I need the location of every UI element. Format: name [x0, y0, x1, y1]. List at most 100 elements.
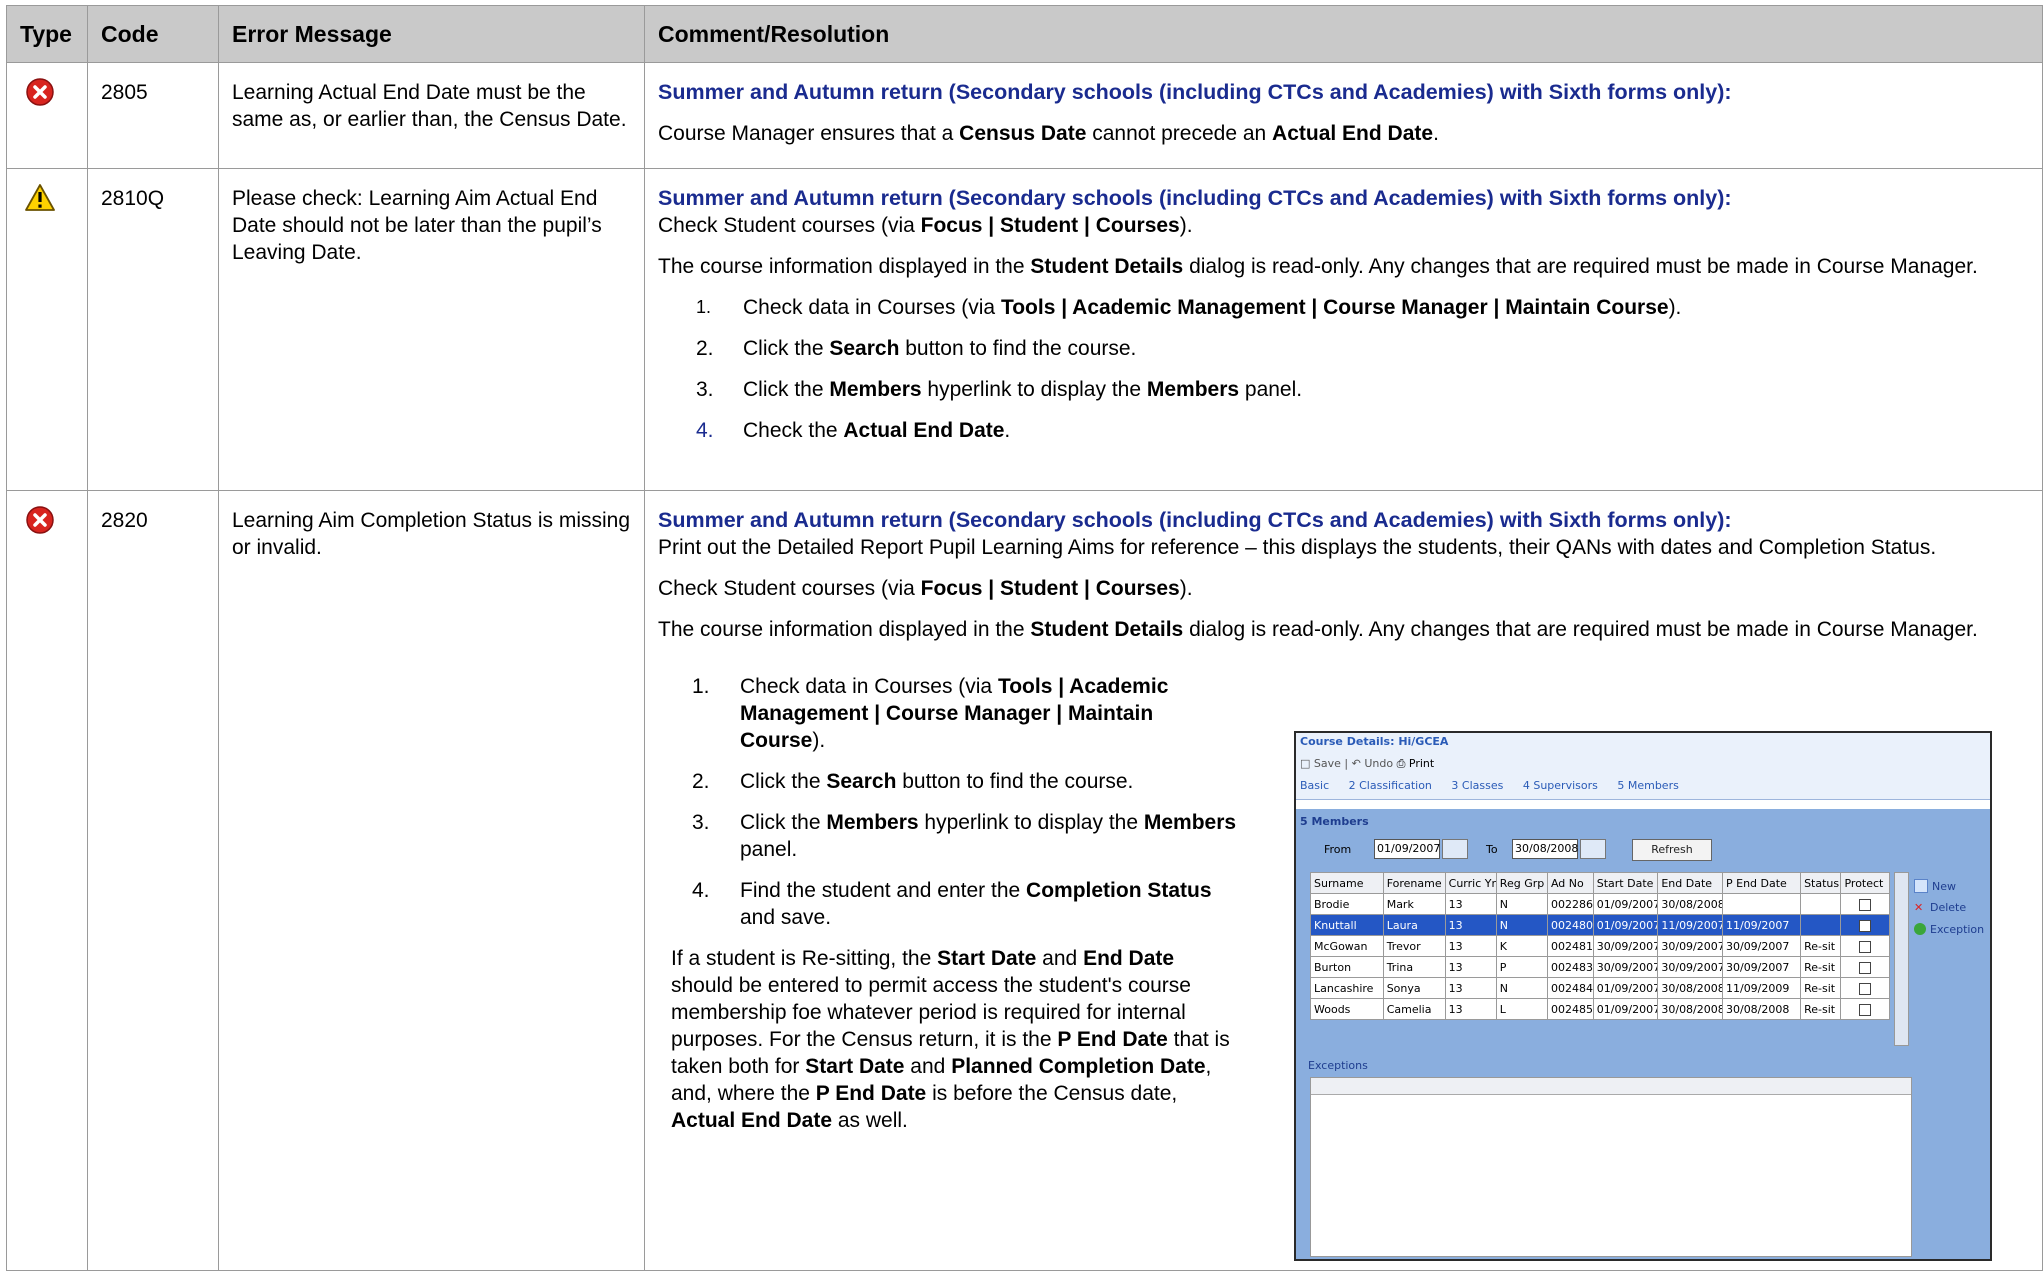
- grid-column-header[interactable]: Reg Grp: [1495, 872, 1548, 894]
- resolution-text: Course Manager ensures that a Census Dat…: [658, 122, 1439, 145]
- warning-icon: [25, 184, 55, 211]
- grid-cell: 30/08/2008: [1657, 893, 1723, 915]
- comment-cell: Summer and Autumn return (Secondary scho…: [644, 168, 2043, 491]
- protect-checkbox[interactable]: [1859, 1003, 1872, 1016]
- side-actions: New ✕ Delete Exception: [1914, 875, 1988, 940]
- grid-cell: 30/08/2008: [1657, 998, 1723, 1020]
- table-row[interactable]: Woods Camelia 13 L 002485 01/09/2007 30/08/200…: [1310, 998, 1890, 1020]
- save-button[interactable]: □ Save: [1300, 757, 1341, 770]
- protect-checkbox[interactable]: [1859, 898, 1872, 911]
- delete-icon: ✕: [1914, 900, 1924, 914]
- grid-cell: [1840, 956, 1890, 978]
- calendar-icon[interactable]: [1580, 839, 1606, 859]
- grid-cell: 002480: [1546, 914, 1594, 936]
- grid-cell: Mark: [1382, 893, 1446, 915]
- grid-cell: 13: [1444, 977, 1497, 999]
- list-item: 1. Check data in Courses (via Tools | Aca…: [696, 296, 1682, 319]
- grid-column-header[interactable]: Protect: [1840, 872, 1890, 894]
- grid-cell: 002484: [1546, 977, 1594, 999]
- members-panel-title: 5 Members: [1300, 815, 1369, 828]
- header-comment: Comment/Resolution: [644, 5, 2043, 63]
- error-message-cell: Learning Aim Completion Status is missin…: [218, 490, 645, 1271]
- type-cell: [6, 490, 88, 1271]
- grid-cell: 002286: [1546, 893, 1594, 915]
- toolbar: □ Save | ↶ Undo ⎙ Print: [1296, 755, 1990, 777]
- grid-cell: K: [1495, 935, 1548, 957]
- tab-basic[interactable]: Basic: [1300, 779, 1329, 792]
- code-cell: 2810Q: [87, 168, 219, 491]
- grid-cell: 01/09/2007: [1592, 998, 1659, 1020]
- protect-checkbox[interactable]: [1859, 919, 1872, 932]
- grid-column-header[interactable]: Start Date: [1592, 872, 1659, 894]
- error-icon: [26, 78, 54, 106]
- grid-cell: 11/09/2007: [1721, 914, 1802, 936]
- protect-checkbox[interactable]: [1859, 940, 1872, 953]
- tab-members[interactable]: 5 Members: [1617, 779, 1678, 792]
- grid-cell: 002485: [1546, 998, 1594, 1020]
- grid-cell: 30/08/2008: [1721, 998, 1802, 1020]
- tab-supervisors[interactable]: 4 Supervisors: [1523, 779, 1598, 792]
- grid-cell: N: [1495, 914, 1548, 936]
- table-row[interactable]: Brodie Mark 13 N 002286 01/09/2007 30/08/2008: [1310, 893, 1890, 915]
- members-grid: Surname Forename Curric Yr Reg Grp Ad No Star…: [1310, 872, 1890, 1020]
- tab-classes[interactable]: 3 Classes: [1451, 779, 1503, 792]
- grid-cell: L: [1495, 998, 1548, 1020]
- scrollbar[interactable]: [1894, 872, 1909, 1046]
- protect-checkbox[interactable]: [1859, 982, 1872, 995]
- grid-cell: 13: [1444, 893, 1497, 915]
- to-date-input[interactable]: 30/08/2008: [1512, 839, 1578, 859]
- table-row[interactable]: Burton Trina 13 P 002483 30/09/2007 30/09/2007…: [1310, 956, 1890, 978]
- grid-cell: 13: [1444, 914, 1497, 936]
- grid-cell: [1840, 935, 1890, 957]
- grid-cell: McGowan: [1310, 935, 1384, 957]
- grid-cell: [1840, 977, 1890, 999]
- resit-text: If a student is Re-sitting, the Start Da…: [671, 947, 1230, 1132]
- grid-cell: Camelia: [1382, 998, 1446, 1020]
- grid-column-header[interactable]: P End Date: [1721, 872, 1802, 894]
- table-row: 2805 Learning Actual End Date must be th…: [6, 62, 2043, 169]
- delete-action[interactable]: ✕ Delete: [1914, 897, 1988, 919]
- grid-cell: [1840, 998, 1890, 1020]
- header-type: Type: [6, 5, 88, 63]
- new-icon: [1914, 879, 1928, 893]
- return-heading: Summer and Autumn return (Secondary scho…: [658, 80, 1732, 104]
- grid-cell: Re-sit: [1800, 935, 1842, 957]
- grid-cell: Sonya: [1382, 977, 1446, 999]
- table-row[interactable]: Lancashire Sonya 13 N 002484 01/09/2007 30/08/…: [1310, 977, 1890, 999]
- refresh-button[interactable]: Refresh: [1632, 839, 1712, 861]
- undo-button[interactable]: ↶ Undo: [1352, 757, 1393, 770]
- list-item: 1. Check data in Courses (via Tools | Aca…: [692, 675, 1169, 752]
- grid-cell: 30/09/2007: [1657, 956, 1723, 978]
- grid-cell: Re-sit: [1800, 998, 1842, 1020]
- to-label: To: [1486, 843, 1498, 856]
- comment-cell: Summer and Autumn return (Secondary scho…: [644, 62, 2043, 169]
- steps-list: 1. Check data in Courses (via Tools | Aca…: [658, 673, 1238, 931]
- from-date-input[interactable]: 01/09/2007: [1374, 839, 1440, 859]
- grid-cell: 002481: [1546, 935, 1594, 957]
- grid-column-header[interactable]: End Date: [1657, 872, 1723, 894]
- grid-cell: 11/09/2009: [1721, 977, 1802, 999]
- print-button[interactable]: ⎙ Print: [1397, 757, 1435, 770]
- course-details-screenshot: Course Details: Hi/GCEA □ Save | ↶ Undo …: [1294, 731, 1992, 1261]
- members-panel: 5 Members From 01/09/2007 To 30/08/2008 …: [1296, 809, 1990, 1259]
- protect-checkbox[interactable]: [1859, 961, 1872, 974]
- grid-column-header[interactable]: Status: [1800, 872, 1842, 894]
- exception-action[interactable]: Exception: [1914, 918, 1988, 940]
- grid-cell: Laura: [1382, 914, 1446, 936]
- grid-column-header[interactable]: Forename: [1382, 872, 1446, 894]
- grid-column-header[interactable]: Ad No: [1546, 872, 1594, 894]
- print-report-text: Print out the Detailed Report Pupil Lear…: [658, 536, 1937, 559]
- tab-classification[interactable]: 2 Classification: [1349, 779, 1432, 792]
- grid-column-header[interactable]: Curric Yr: [1444, 872, 1497, 894]
- grid-cell: P: [1495, 956, 1548, 978]
- grid-cell: 30/09/2007: [1721, 956, 1802, 978]
- table-row[interactable]: Knuttall Laura 13 N 002480 01/09/2007 11/09/20…: [1310, 914, 1890, 936]
- check-courses-text: Check Student courses (via Focus | Stude…: [658, 214, 1193, 237]
- calendar-icon[interactable]: [1442, 839, 1468, 859]
- header-row: Type Code Error Message Comment/Resoluti…: [6, 5, 2043, 63]
- grid-column-header[interactable]: Surname: [1310, 872, 1384, 894]
- grid-cell: 13: [1444, 956, 1497, 978]
- new-action[interactable]: New: [1914, 875, 1988, 897]
- table-row[interactable]: McGowan Trevor 13 K 002481 30/09/2007 30/09/20…: [1310, 935, 1890, 957]
- list-item: 4. Check the Actual End Date.: [696, 419, 1011, 442]
